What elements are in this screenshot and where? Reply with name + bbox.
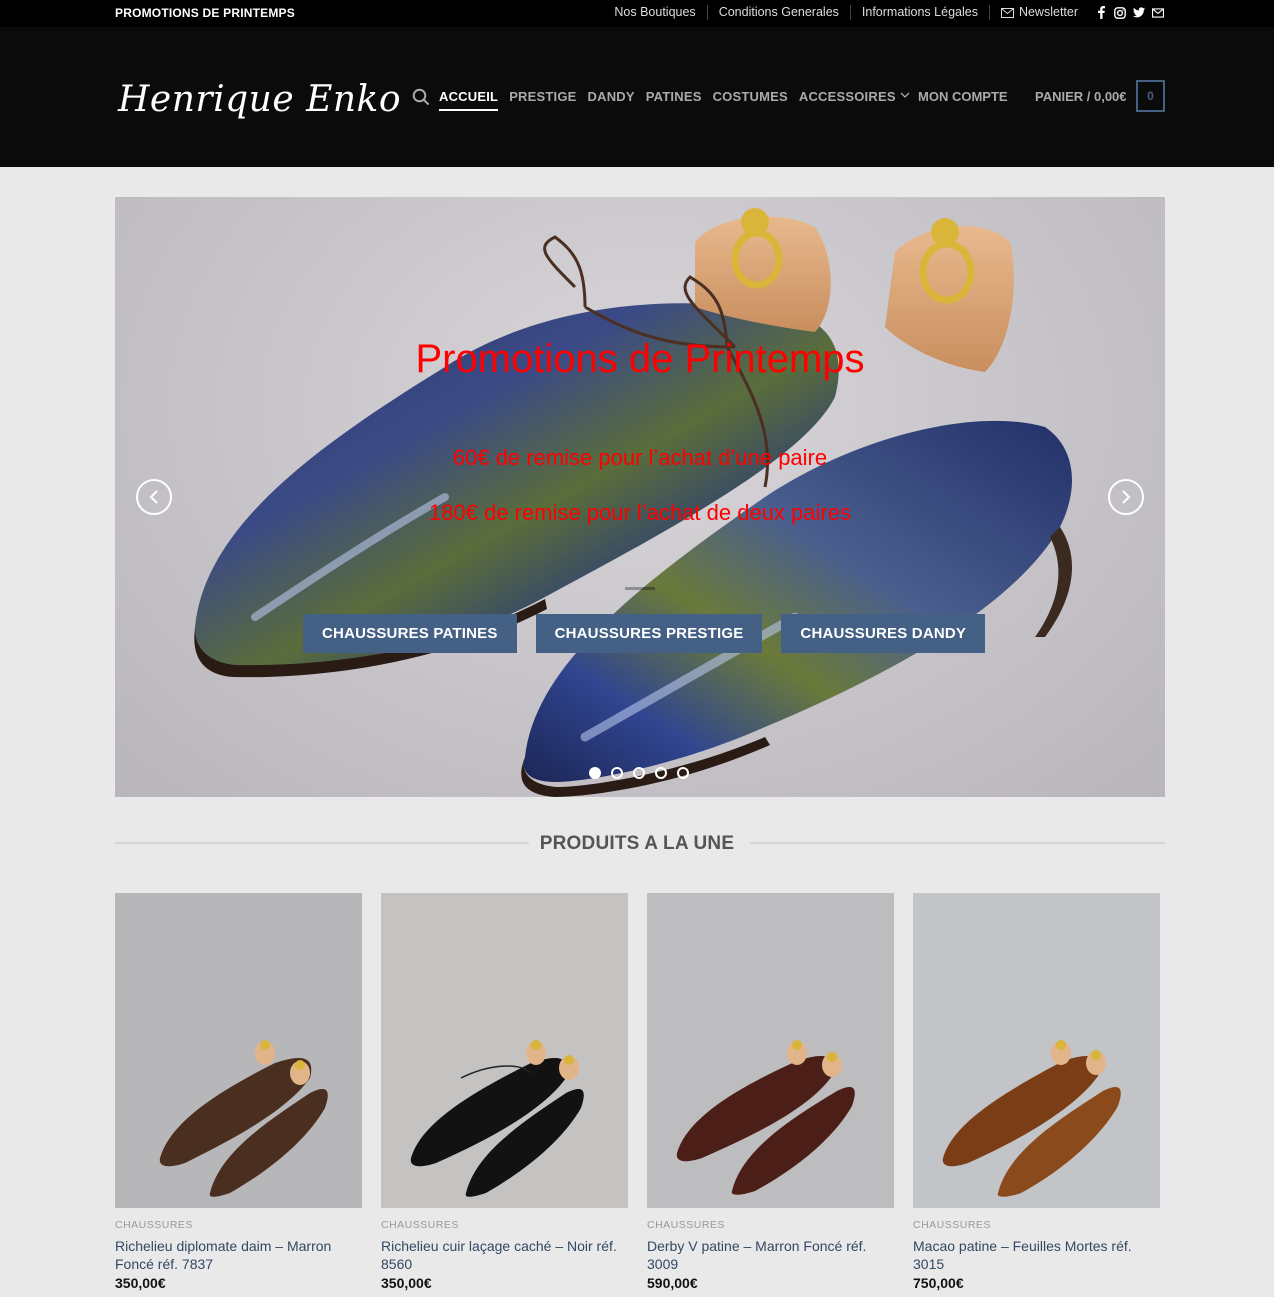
instagram-icon[interactable] <box>1114 6 1126 20</box>
social-icons <box>1095 6 1164 20</box>
hero-offer-two-pairs: 180€ de remise pour l’achat de deux pair… <box>429 500 851 525</box>
nav-accessoires-label: ACCESSOIRES <box>798 89 896 104</box>
featured-section-title: PRODUITS A LA UNE <box>539 833 735 854</box>
product-price: 350,00€ <box>115 1275 166 1291</box>
hero-divider <box>625 587 655 590</box>
product-card[interactable]: CHAUSSURES Richelieu diplomate daim – Ma… <box>115 893 362 1291</box>
chaussures-dandy-button[interactable]: CHAUSSURES DANDY <box>781 614 986 653</box>
product-price: 750,00€ <box>913 1275 964 1291</box>
product-price: 590,00€ <box>647 1275 698 1291</box>
product-card[interactable]: CHAUSSURES Derby V patine – Marron Foncé… <box>647 893 894 1291</box>
product-image[interactable] <box>115 893 362 1208</box>
top-links: Nos Boutiques Conditions Generales Infor… <box>603 5 1164 20</box>
newsletter-label: Newsletter <box>1018 5 1078 19</box>
product-category: CHAUSSURES <box>913 1219 991 1231</box>
product-name[interactable]: Macao patine – Feuilles Mortes réf. 3015 <box>913 1237 1160 1273</box>
hero-offer-one-pair: 60€ de remise pour l’achat d’une paire <box>452 445 828 470</box>
hero-slider: Promotions de Printemps 60€ de remise po… <box>115 197 1165 797</box>
nav-dandy[interactable]: DANDY <box>588 89 635 111</box>
product-category: CHAUSSURES <box>647 1219 725 1231</box>
account-link[interactable]: MON COMPTE <box>918 89 1008 104</box>
slider-prev-button[interactable] <box>136 479 172 515</box>
product-price: 350,00€ <box>381 1275 432 1291</box>
chaussures-patines-button[interactable]: CHAUSSURES PATINES <box>303 614 517 653</box>
hero-shoes-image <box>194 208 1072 797</box>
top-bar: PROMOTIONS DE PRINTEMPS Nos Boutiques Co… <box>0 0 1274 27</box>
slider-dots <box>589 767 689 779</box>
nav-costumes[interactable]: COSTUMES <box>713 89 788 111</box>
nav-patines[interactable]: PATINES <box>646 89 702 111</box>
product-name[interactable]: Richelieu cuir laçage caché – Noir réf. … <box>381 1237 628 1273</box>
product-category: CHAUSSURES <box>115 1219 193 1231</box>
twitter-icon[interactable] <box>1133 6 1145 20</box>
cart-count-badge[interactable]: 0 <box>1136 80 1165 112</box>
product-card[interactable]: CHAUSSURES Macao patine – Feuilles Morte… <box>913 893 1160 1291</box>
site-logo[interactable]: Henrique Enko <box>118 79 401 120</box>
hero-title: Promotions de Printemps <box>415 337 865 381</box>
link-nos-boutiques[interactable]: Nos Boutiques <box>603 5 706 20</box>
slider-dot-5[interactable] <box>677 767 689 779</box>
slider-dot-3[interactable] <box>633 767 645 779</box>
link-conditions-generales[interactable]: Conditions Generales <box>706 5 850 20</box>
slider-dot-1[interactable] <box>589 767 601 779</box>
link-informations-legales[interactable]: Informations Légales <box>849 5 989 20</box>
slider-dot-2[interactable] <box>611 767 623 779</box>
product-name[interactable]: Derby V patine – Marron Foncé réf. 3009 <box>647 1237 894 1273</box>
main-nav: ACCUEIL PRESTIGE DANDY PATINES COSTUMES … <box>439 89 910 111</box>
cart-link[interactable]: PANIER / 0,00€ <box>1035 89 1127 104</box>
hero-buttons: CHAUSSURES PATINES CHAUSSURES PRESTIGE C… <box>303 614 986 653</box>
main-header: Henrique Enko ACCUEIL PRESTIGE DANDY PAT… <box>0 27 1274 167</box>
search-icon[interactable] <box>412 88 430 111</box>
newsletter-link[interactable]: Newsletter <box>988 5 1089 20</box>
product-image[interactable] <box>647 893 894 1208</box>
chaussures-prestige-button[interactable]: CHAUSSURES PRESTIGE <box>535 614 763 653</box>
chevron-right-icon <box>1122 490 1131 504</box>
slider-dot-4[interactable] <box>655 767 667 779</box>
product-image[interactable] <box>381 893 628 1208</box>
nav-accueil[interactable]: ACCUEIL <box>439 89 499 111</box>
mail-icon[interactable] <box>1152 6 1164 20</box>
facebook-icon[interactable] <box>1095 6 1107 20</box>
product-name[interactable]: Richelieu diplomate daim – Marron Foncé … <box>115 1237 362 1273</box>
chevron-down-icon <box>900 92 910 98</box>
product-category: CHAUSSURES <box>381 1219 459 1231</box>
chevron-left-icon <box>149 490 158 504</box>
nav-accessoires[interactable]: ACCESSOIRES <box>799 89 910 111</box>
product-image[interactable] <box>913 893 1160 1208</box>
envelope-icon <box>1000 7 1014 18</box>
product-card[interactable]: CHAUSSURES Richelieu cuir laçage caché –… <box>381 893 628 1291</box>
nav-prestige[interactable]: PRESTIGE <box>509 89 576 111</box>
promo-text[interactable]: PROMOTIONS DE PRINTEMPS <box>115 6 295 20</box>
slider-next-button[interactable] <box>1108 479 1144 515</box>
